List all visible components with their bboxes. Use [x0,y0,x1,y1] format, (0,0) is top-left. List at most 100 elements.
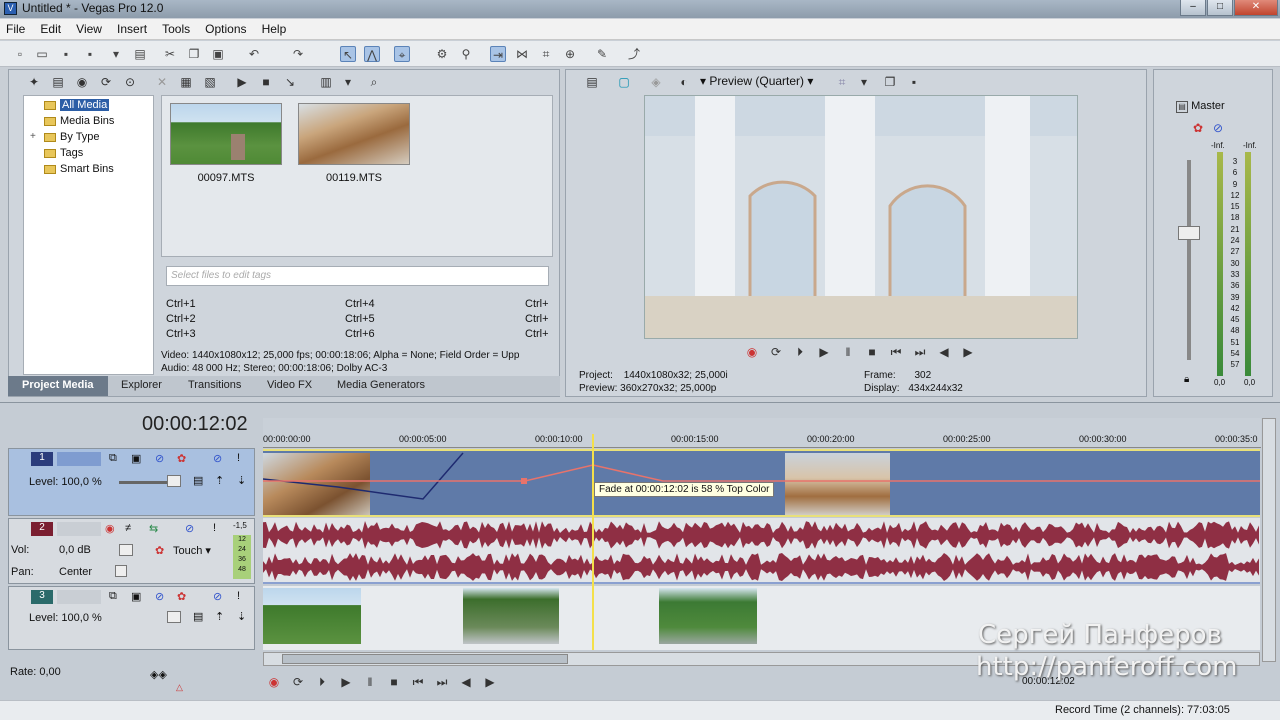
menu-file[interactable]: File [0,19,31,39]
zoom-search-icon[interactable]: ⌕ [366,74,382,90]
video-event-clip[interactable] [659,588,757,644]
timeline-timecode[interactable]: 00:00:12:02 [142,413,248,436]
paste-icon[interactable]: ▣ [210,46,226,62]
event-fx-icon[interactable]: ✎ [594,46,610,62]
pan-slider-handle[interactable] [115,565,127,577]
track-fx-icon[interactable]: ▣ [131,452,141,465]
next-frame-icon[interactable]: ▶ [482,674,498,690]
track-fx-icon[interactable]: ⇆ [149,522,158,535]
track-mute-icon[interactable]: ⊘ [155,452,164,465]
media-properties-icon[interactable]: ▦ [178,74,194,90]
menu-view[interactable]: View [70,19,108,39]
preview-quality-dropdown[interactable]: ▾ Preview (Quarter) ▾ [700,74,813,88]
save-snapshot-icon[interactable]: ▪ [906,74,922,90]
track-more-icon[interactable]: ! [213,522,216,534]
get-media-web-icon[interactable]: ◉ [74,74,90,90]
compositing-mode-icon[interactable]: ▤ [193,610,203,623]
tab-video-fx[interactable]: Video FX [267,379,312,391]
play-icon[interactable]: ▶ [816,344,832,360]
close-button[interactable]: ✕ [1234,0,1278,16]
split-screen-icon[interactable]: ◐ [676,74,692,90]
video-fx-icon[interactable]: ◈ [648,74,664,90]
open-folder-icon[interactable]: ▭ [34,46,50,62]
media-fx-icon[interactable]: ▧ [202,74,218,90]
parent-track-icon[interactable]: ⇡ [215,474,224,487]
master-properties-icon[interactable]: ▤ [1176,101,1188,113]
record-icon[interactable]: ◉ [744,344,760,360]
save-icon[interactable]: ▪ [58,46,74,62]
track-motion-icon[interactable]: ⧉ [109,452,117,465]
stop-preview-icon[interactable]: ■ [258,74,274,90]
level-slider-handle[interactable] [167,611,181,623]
media-thumbnail[interactable] [170,103,282,165]
track-mute-icon[interactable]: ⊘ [185,522,194,535]
tags-input[interactable]: Select files to edit tags [166,266,549,286]
go-to-end-icon[interactable]: ⏭ [434,674,450,690]
new-project-icon[interactable]: ▫ [12,46,28,62]
auto-ripple-icon[interactable]: ⚙ [434,46,450,62]
record-icon[interactable]: ◉ [266,674,282,690]
track-header-video-3[interactable]: 3 ⧉ ▣ ⊘ ✿ ⊘ ! Level: 100,0 % ▤ ⇡ ⇣ [8,586,255,650]
track-more-icon[interactable]: ! [237,590,240,602]
search-media-icon[interactable]: ⊙ [122,74,138,90]
rate-slider-icon[interactable]: ◈◈ [150,668,167,681]
play-from-start-icon[interactable]: ⏵ [792,344,808,360]
menu-edit[interactable]: Edit [34,19,67,39]
track-mute-icon[interactable]: ⊘ [155,590,164,603]
track-fx-icon[interactable]: ▣ [131,590,141,603]
previous-frame-icon[interactable]: ◀ [936,344,952,360]
timeline-vertical-scrollbar[interactable] [1262,418,1276,662]
video-event-clip[interactable] [263,588,361,644]
tree-item-tags[interactable]: Tags [44,146,83,160]
go-to-end-icon[interactable]: ⏭ [912,344,928,360]
import-media-icon[interactable]: ✦ [26,74,42,90]
loop-icon[interactable]: ⟳ [768,344,784,360]
auto-preview-icon[interactable]: ↘ [282,74,298,90]
views-icon[interactable]: ▥ [318,74,334,90]
normal-edit-tool-icon[interactable]: ↖ [340,46,356,62]
video-event-clip[interactable] [463,588,559,644]
parent-track-icon[interactable]: ⇡ [215,610,224,623]
lock-envelopes-icon[interactable]: ⚲ [458,46,474,62]
track-name-field[interactable] [57,522,101,536]
scrollbar-thumb[interactable] [282,654,568,664]
pause-icon[interactable]: ‖ [362,674,378,690]
zoom-tool-icon[interactable]: ⊕ [562,46,578,62]
playhead-cursor[interactable] [592,434,594,650]
compositing-mode-icon[interactable]: ▤ [193,474,203,487]
tree-item-by-type[interactable]: By Type [44,130,100,144]
vegas-app-icon[interactable]: V [4,2,17,15]
track-motion-icon[interactable]: ⧉ [109,590,117,603]
play-preview-icon[interactable]: ▶ [234,74,250,90]
remove-media-icon[interactable]: ✕ [154,74,170,90]
child-track-icon[interactable]: ⇣ [237,610,246,623]
cut-icon[interactable]: ✂ [162,46,178,62]
tree-expander[interactable]: + [30,131,36,142]
lock-icon[interactable]: 🔒︎ [1184,374,1189,385]
auto-crossfade-icon[interactable]: ⋈ [514,46,530,62]
render-icon[interactable]: ▾ [108,46,124,62]
tree-item-smart-bins[interactable]: Smart Bins [44,162,114,176]
tab-project-media[interactable]: Project Media [8,376,108,396]
master-mute-icon[interactable]: ⊘ [1213,121,1223,135]
volume-slider-handle[interactable] [119,544,133,556]
save-as-icon[interactable]: ▪ [82,46,98,62]
automation-mode-dropdown[interactable]: Touch ▾ [173,544,211,557]
overlays-dropdown-icon[interactable]: ▾ [856,74,872,90]
time-ruler[interactable]: 00:00:00:00 00:00:05:00 00:00:10:00 00:0… [263,418,1261,448]
external-monitor-icon[interactable]: ▢ [616,74,632,90]
refresh-icon[interactable]: ⟳ [98,74,114,90]
redo-icon[interactable]: ↷ [290,46,306,62]
track-header-audio-2[interactable]: 2 ◉ ≠ ⇆ ⊘ ! -1,5 12 24 36 48 Vol: 0,0 dB… [8,518,255,584]
views-dropdown-icon[interactable]: ▾ [340,74,356,90]
media-thumbnail[interactable] [298,103,410,165]
play-icon[interactable]: ▶ [338,674,354,690]
tree-item-all-media[interactable]: All Media [44,98,110,112]
loop-icon[interactable]: ⟳ [290,674,306,690]
stop-icon[interactable]: ■ [864,344,880,360]
arm-record-icon[interactable]: ◉ [105,522,115,535]
overlays-icon[interactable]: ⌗ [834,74,850,90]
pause-icon[interactable]: ‖ [840,344,856,360]
selection-edit-tool-icon[interactable]: ⌖ [394,46,410,62]
menu-options[interactable]: Options [199,19,252,39]
